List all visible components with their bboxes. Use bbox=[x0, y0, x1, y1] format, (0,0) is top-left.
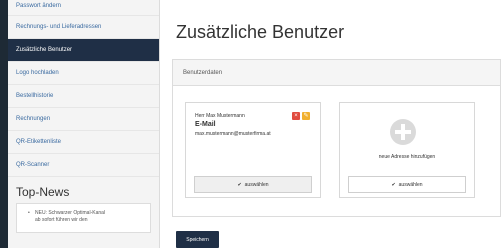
edit-icon[interactable]: ✎ bbox=[302, 112, 310, 120]
sidebar-item-addresses[interactable]: Rechnungs- und Lieferadressen bbox=[8, 16, 159, 39]
news-bullet-icon: • bbox=[28, 210, 30, 216]
user-card: Herr Max Mustermann E-Mail max.musterman… bbox=[185, 102, 321, 198]
sidebar: Passwort ändern Rechnungs- und Lieferadr… bbox=[8, 0, 160, 248]
panel-title: Benutzerdaten bbox=[173, 60, 500, 86]
save-button[interactable]: Speichern bbox=[176, 231, 219, 248]
user-email: max.mustermann@musterfirma.at bbox=[195, 131, 271, 137]
news-box: • NEU: Schwarzer Optimal-Kanal ab sofort… bbox=[16, 203, 151, 233]
add-address-card[interactable]: neue Adresse hinzufügen ✔ auswählen bbox=[339, 102, 475, 198]
select-user-label: auswählen bbox=[244, 181, 269, 188]
sidebar-item-additional-users[interactable]: Zusätzliche Benutzer bbox=[8, 39, 159, 62]
news-item-line-2[interactable]: ab sofort führen wir den bbox=[35, 217, 144, 224]
select-add-label: auswählen bbox=[398, 181, 423, 188]
select-add-button[interactable]: ✔ auswählen bbox=[348, 176, 466, 193]
sidebar-item-order-history[interactable]: Bestellhistorie bbox=[8, 85, 159, 108]
sidebar-item-logo-upload[interactable]: Logo hochladen bbox=[8, 62, 159, 85]
select-user-button[interactable]: ✔ auswählen bbox=[194, 176, 312, 193]
check-icon: ✔ bbox=[237, 181, 242, 188]
sidebar-item-invoices[interactable]: Rechnungen bbox=[8, 108, 159, 131]
main-content: Zusätzliche Benutzer Benutzerdaten Herr … bbox=[172, 0, 501, 248]
user-name: Herr Max Mustermann bbox=[195, 113, 245, 119]
plus-circle-icon[interactable] bbox=[390, 119, 416, 145]
sidebar-item-qr-label-list[interactable]: QR-Etikettenliste bbox=[8, 131, 159, 154]
sidebar-item-qr-scanner[interactable]: QR-Scanner bbox=[8, 154, 159, 177]
delete-icon[interactable]: × bbox=[292, 112, 300, 120]
user-data-panel: Benutzerdaten Herr Max Mustermann E-Mail… bbox=[172, 59, 501, 217]
add-address-label: neue Adresse hinzufügen bbox=[378, 154, 436, 160]
page-title: Zusätzliche Benutzer bbox=[176, 22, 345, 42]
news-title: Top-News bbox=[16, 185, 70, 199]
check-icon: ✔ bbox=[391, 181, 396, 188]
sidebar-item-password[interactable]: Passwort ändern bbox=[8, 0, 159, 16]
news-item-line-1[interactable]: NEU: Schwarzer Optimal-Kanal bbox=[35, 210, 144, 217]
user-role: E-Mail bbox=[195, 121, 216, 128]
